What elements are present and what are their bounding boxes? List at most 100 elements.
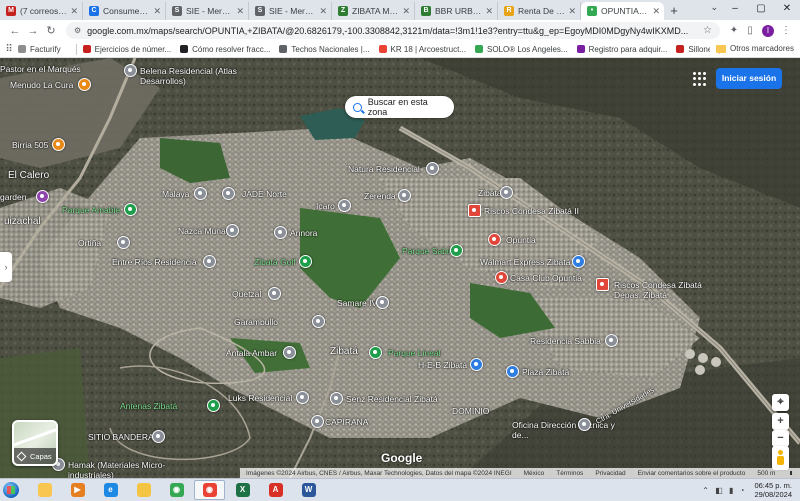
map-marker-icon[interactable] (283, 346, 296, 359)
map-marker-icon[interactable] (152, 430, 165, 443)
browser-tab[interactable]: M (7 correos no ✕ (0, 2, 83, 20)
map-marker-icon[interactable] (36, 190, 49, 203)
close-tab-icon[interactable]: ✕ (652, 6, 660, 17)
map-marker-icon[interactable] (470, 358, 483, 371)
map-place-label[interactable]: Samare IV (337, 298, 377, 308)
close-tab-icon[interactable]: ✕ (402, 6, 410, 17)
map-marker-icon[interactable] (268, 287, 281, 300)
map-marker-icon[interactable] (572, 255, 585, 268)
bookmark-item[interactable]: Techos Nacionales |... (279, 45, 370, 54)
address-bar[interactable]: ⚙ google.com.mx/maps/search/OPUNTIA,+ZIB… (66, 22, 720, 39)
expand-side-panel-button[interactable]: › (0, 252, 12, 282)
map-place-label[interactable]: Pastor en el Marqués (0, 64, 81, 74)
map-place-label[interactable]: Zibatá Golf (254, 257, 296, 267)
map-marker-icon[interactable] (376, 296, 389, 309)
extensions-icon[interactable]: ✦ (726, 25, 742, 36)
acrobat-app[interactable]: A (260, 480, 291, 500)
map-place-label[interactable]: Nazca Munay (178, 226, 230, 236)
map-marker-icon[interactable] (274, 226, 287, 239)
new-tab-button[interactable]: + (664, 2, 684, 20)
map-place-label[interactable]: Walmart Express Zibatá (480, 257, 570, 267)
close-tab-icon[interactable]: ✕ (153, 6, 161, 17)
map-place-label[interactable]: Parque Amable (62, 205, 120, 215)
map-place-label[interactable]: Opuntia (506, 235, 536, 245)
map-marker-icon[interactable] (226, 224, 239, 237)
map-place-label[interactable]: Garambullo (234, 317, 278, 327)
map-place-label[interactable]: Zibatá (478, 188, 502, 198)
zoom-out-button[interactable]: − (772, 430, 789, 447)
bookmark-item[interactable]: KR 18 | Arcoestruct... (378, 45, 466, 54)
map-place-label[interactable]: Belena Residencial (Atlas Desarrollos) (140, 66, 250, 86)
map-marker-icon[interactable] (338, 199, 351, 212)
map-place-label[interactable]: Zibatá (330, 346, 358, 357)
map-place-label[interactable]: Antala Ambar (226, 348, 277, 358)
my-location-button[interactable]: ⌖ (772, 394, 789, 411)
map-place-label[interactable]: Natura Residencial (348, 164, 420, 174)
map-place-label[interactable]: JADE Norte (242, 189, 287, 199)
profile-avatar[interactable]: I (762, 24, 774, 37)
map-place-label[interactable]: Annora (290, 228, 317, 238)
map-place-label[interactable]: Oficina Dirección Técnica y de... (512, 420, 622, 440)
map-place-label[interactable]: H-E-B Zibatá (418, 360, 467, 370)
browser-tab[interactable]: S SIE - Mercad ✕ (249, 2, 332, 20)
map-marker-icon[interactable] (488, 233, 501, 246)
files-app[interactable] (128, 480, 159, 500)
map-marker-icon[interactable] (124, 64, 137, 77)
chrome-app-2[interactable]: ◉ (194, 479, 225, 500)
map-place-label[interactable]: Parque Lineal (388, 348, 440, 358)
close-tab-icon[interactable]: ✕ (485, 6, 493, 17)
google-apps-icon[interactable] (693, 72, 707, 86)
map-marker-icon[interactable] (52, 138, 65, 151)
map-marker-icon[interactable] (124, 203, 137, 216)
browser-tab[interactable]: • OPUNTIA, ZIB✕ (581, 2, 664, 20)
map-place-label[interactable]: Hamak (Materiales Micro-industriales) (68, 460, 178, 478)
explorer-app[interactable] (29, 480, 60, 500)
other-bookmarks-folder[interactable]: Otros marcadores (709, 44, 794, 53)
tray-icons[interactable]: ⌃ ◧ ▮ ◔ (702, 486, 746, 495)
map-place-label[interactable]: Ortiña (78, 238, 101, 248)
chrome-menu-icon[interactable]: ⋮ (778, 25, 794, 36)
close-tab-icon[interactable]: ✕ (319, 6, 327, 17)
close-window-button[interactable]: ✕ (774, 0, 800, 20)
start-button[interactable] (0, 479, 22, 501)
map-place-label[interactable]: Quetzal (232, 289, 261, 299)
close-tab-icon[interactable]: ✕ (70, 6, 78, 17)
map-place-label[interactable]: Luks Residencial (228, 393, 292, 403)
map-marker-icon[interactable] (578, 418, 591, 431)
map-place-label[interactable]: Entre Ríos Residencia (112, 257, 197, 267)
map-place-label[interactable]: Casa Club Opuntia (510, 273, 582, 283)
browser-tab[interactable]: S SIE - Mercad ✕ (166, 2, 249, 20)
map-marker-icon[interactable] (330, 392, 343, 405)
street-view-pegman-icon[interactable] (772, 446, 789, 470)
map-marker-icon[interactable] (312, 315, 325, 328)
map-marker-icon[interactable] (222, 187, 235, 200)
map-marker-icon[interactable] (506, 365, 519, 378)
map-marker-icon[interactable] (207, 399, 220, 412)
close-tab-icon[interactable]: ✕ (568, 6, 576, 17)
map-marker-icon[interactable] (450, 244, 463, 257)
media-app[interactable]: ▶ (62, 480, 93, 500)
site-info-icon[interactable]: ⚙ (74, 26, 81, 35)
back-button[interactable]: ← (6, 25, 24, 37)
attribution-item[interactable]: Privacidad (595, 470, 625, 477)
minimize-button[interactable]: – (722, 0, 748, 20)
map-marker-icon[interactable] (369, 346, 382, 359)
map-place-label[interactable]: Zerenda (364, 191, 396, 201)
layers-button[interactable]: Capas (12, 420, 58, 466)
map-marker-icon[interactable] (311, 415, 324, 428)
map-place-label[interactable]: DOMINIO (452, 406, 489, 416)
map-marker-icon[interactable] (468, 204, 481, 217)
search-this-area-button[interactable]: Buscar en esta zona (345, 96, 454, 118)
browser-tab[interactable]: R Renta De Dep✕ (498, 2, 581, 20)
map-place-label[interactable]: SITIO BANDERA (88, 432, 154, 442)
map-marker-icon[interactable] (78, 78, 91, 91)
map-marker-icon[interactable] (296, 391, 309, 404)
sidepanel-icon[interactable]: ▯ (742, 25, 758, 36)
map-place-label[interactable]: Residencia Sabbia (530, 336, 601, 346)
bookmark-item[interactable]: SOLO® Los Angeles... (474, 45, 568, 54)
map-marker-icon[interactable] (426, 162, 439, 175)
reload-button[interactable]: ↻ (42, 24, 60, 37)
browser-tab[interactable]: B BBR URBAN C✕ (415, 2, 498, 20)
map-place-label[interactable]: Birria 505 (12, 140, 48, 150)
map-place-label[interactable]: El Calero (8, 170, 49, 181)
